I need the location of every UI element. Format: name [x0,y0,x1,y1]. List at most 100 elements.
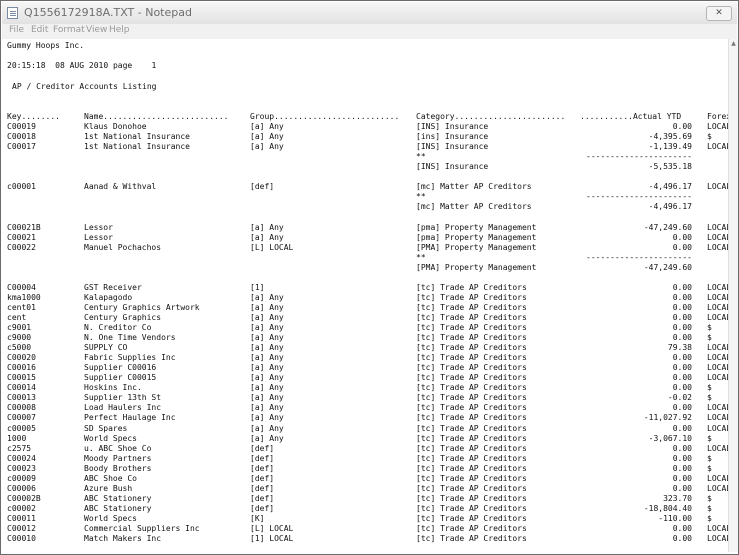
cell-category: [mc] Matter AP Creditors [416,202,532,212]
cell-actual-ytd: -11,027.92 [643,413,692,423]
cell-key: C00018 [7,132,36,142]
cell-actual-ytd: -110.00 [658,513,692,523]
scroll-up-icon[interactable]: ▲ [729,39,738,48]
report-title: AP / Creditor Accounts Listing [12,82,157,91]
cell-key: C00004 [7,282,36,292]
menu-file[interactable]: File [9,25,24,35]
cell-name: Perfect Haulage Inc [84,413,176,423]
cell-category: [tc] Trade AP Creditors [416,483,527,493]
cell-group: [a] Any [250,343,284,353]
cell-actual-ytd: -3,067.10 [648,433,692,443]
cell-key: C00021 [7,232,36,242]
cell-name: Azure Bush [84,483,133,493]
cell-group: [a] Any [250,363,284,373]
col-key: Key........ [7,112,60,121]
cell-group: [a] Any [250,413,284,423]
cell-actual-ytd: 0.00 [672,383,692,393]
close-button[interactable]: ✕ [706,6,732,21]
cell-forex: $ [707,453,712,463]
cell-name: Boody Brothers [84,463,152,473]
cell-key: C00017 [7,142,36,152]
cell-category: [INS] Insurance [416,122,489,131]
menu-help[interactable]: Help [109,25,130,35]
cell-actual-ytd: -1,139.49 [648,142,692,152]
cell-actual-ytd: 0.00 [672,373,692,383]
cell-key: c5000 [7,343,32,353]
cell-key: C00011 [7,513,36,523]
cell-key: c00005 [7,423,36,433]
cell-name: 1st National Insurance [84,142,190,152]
cell-group: [def] [250,443,275,453]
cell-name: u. ABC Shoe Co [84,443,152,453]
cell-name: Supplier C00016 [84,363,157,373]
cell-group: [L] LOCAL [250,524,294,533]
cell-key: C00002B [7,493,41,503]
cell-key: cent [7,312,27,322]
menu-edit[interactable]: Edit [31,25,48,35]
cell-forex: $ [707,463,712,473]
cell-group: [a] Any [250,142,284,152]
cell-category: [mc] Matter AP Creditors [416,182,532,192]
cell-category: ** [416,152,426,162]
cell-group: [a] Any [250,232,284,242]
cell-name: ABC Stationery [84,493,152,503]
cell-actual-ytd: 0.00 [672,403,692,413]
cell-group: [a] Any [250,222,284,232]
cell-name: Century Graphics Artwork [84,302,200,312]
cell-name: Hoskins Inc. [84,383,142,393]
cell-actual-ytd: 0.00 [672,473,692,483]
cell-forex: $ [707,433,712,443]
cell-category: [tc] Trade AP Creditors [416,363,527,373]
menu-view[interactable]: View [86,25,107,35]
vertical-scrollbar[interactable]: ▲ [728,39,738,552]
cell-key: c9001 [7,323,32,332]
cell-key: c2575 [7,443,32,453]
cell-actual-ytd: 79.38 [667,343,692,353]
title-bar[interactable]: Q1556172918A.TXT - Notepad ✕ [2,2,737,24]
cell-group: [a] Any [250,353,284,363]
cell-actual-ytd: -47,249.60 [643,222,692,232]
cell-forex: $ [707,132,712,142]
cell-actual-ytd: ---------------------- [586,192,692,202]
text-editor-area[interactable]: Gummy Hoops Inc. 20:15:18 08 AUG 2010 pa… [2,39,736,552]
cell-category: [tc] Trade AP Creditors [416,443,527,453]
cell-actual-ytd: 0.00 [672,534,692,544]
cell-name: Supplier C00015 [84,373,157,383]
cell-group: [a] Any [250,302,284,312]
notepad-window: Q1556172918A.TXT - Notepad ✕ File Edit F… [0,0,739,555]
cell-group: [a] Any [250,323,284,332]
cell-actual-ytd: 323.70 [663,493,692,503]
cell-group: [a] Any [250,423,284,433]
cell-group: [1] LOCAL [250,534,294,544]
cell-key: c00001 [7,182,36,192]
cell-actual-ytd: 0.00 [672,323,692,332]
notepad-app-icon [7,7,18,19]
cell-category: [tc] Trade AP Creditors [416,403,527,413]
cell-actual-ytd: 0.00 [672,453,692,463]
cell-key: C00016 [7,363,36,373]
menu-format[interactable]: Format [53,25,85,35]
cell-category: [tc] Trade AP Creditors [416,463,527,473]
cell-group: [a] Any [250,122,284,131]
cell-actual-ytd: 0.00 [672,282,692,292]
cell-group: [L] LOCAL [250,242,294,252]
cell-actual-ytd: 0.00 [672,423,692,433]
cell-forex: $ [707,333,712,343]
cell-group: [def] [250,503,275,513]
cell-group: [a] Any [250,312,284,322]
cell-key: C00014 [7,383,36,393]
window-title: Q1556172918A.TXT - Notepad [24,6,192,19]
cell-category: ** [416,192,426,202]
cell-group: [a] Any [250,403,284,413]
cell-category: [tc] Trade AP Creditors [416,333,527,343]
col-category: Category....................... [416,112,566,121]
cell-name: N. One Time Vendors [84,333,176,343]
cell-actual-ytd: 0.00 [672,363,692,373]
cell-forex: $ [707,513,712,523]
cell-name: ABC Stationery [84,503,152,513]
cell-actual-ytd: -47,249.60 [643,262,692,272]
cell-key: c00009 [7,473,36,483]
cell-key: C00022 [7,242,36,252]
cell-category: [pma] Property Management [416,222,537,232]
cell-actual-ytd: 0.00 [672,242,692,252]
